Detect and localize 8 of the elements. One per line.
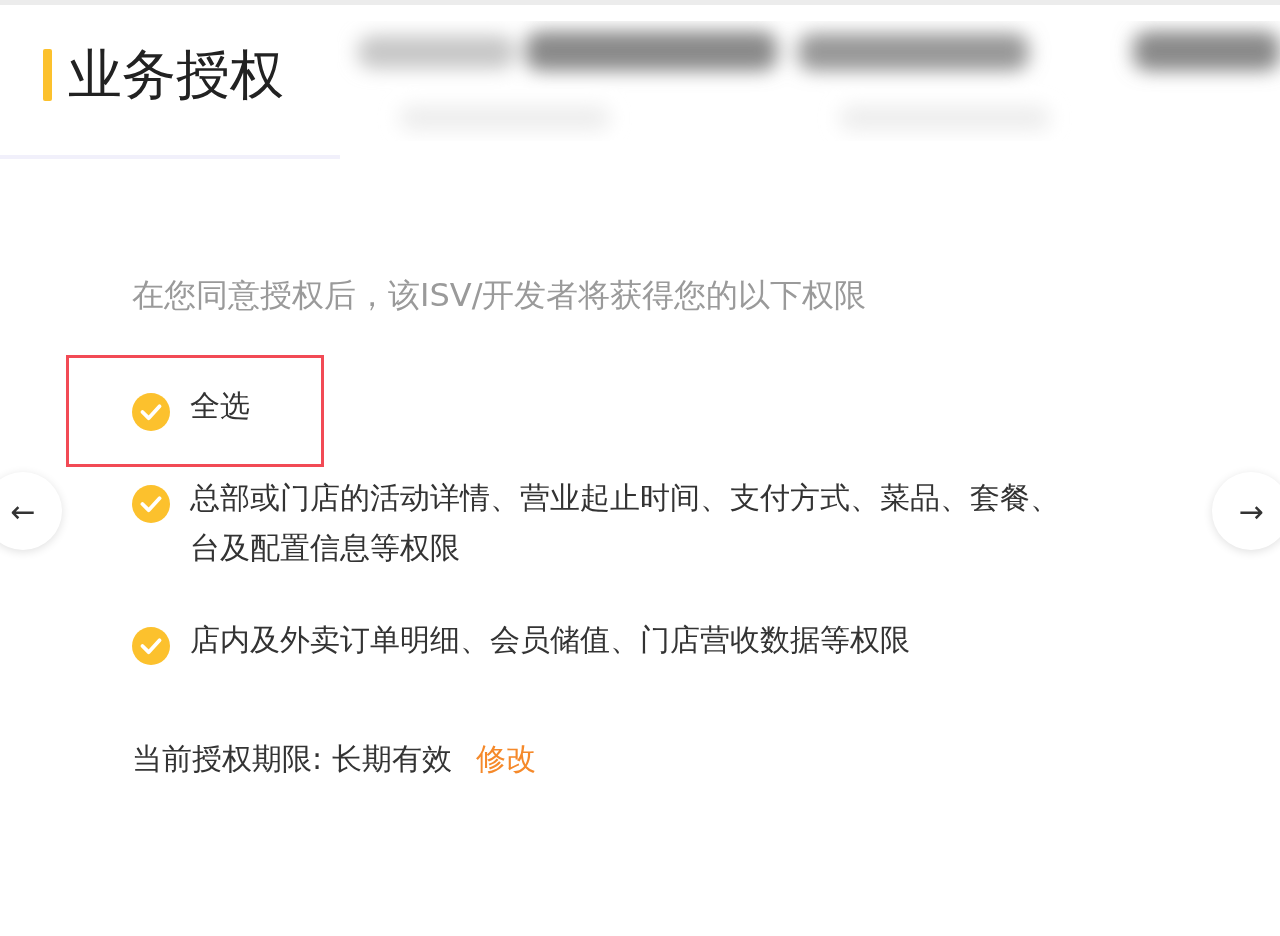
permission-label: 全选 (190, 386, 250, 425)
period-label: 当前授权期限: 长期有效 (132, 739, 452, 778)
permission-label: 总部或门店的活动详情、营业起止时间、支付方式、菜品、套餐、 台及配置信息等权限 (190, 478, 1060, 567)
previous-button[interactable]: ← (0, 472, 62, 550)
intro-text: 在您同意授权后，该ISV/开发者将获得您的以下权限 (132, 275, 868, 316)
page-title: 业务授权 (68, 42, 284, 108)
next-button[interactable]: → (1212, 472, 1280, 550)
permission-label: 店内及外卖订单明细、会员储值、门店营收数据等权限 (190, 620, 910, 659)
